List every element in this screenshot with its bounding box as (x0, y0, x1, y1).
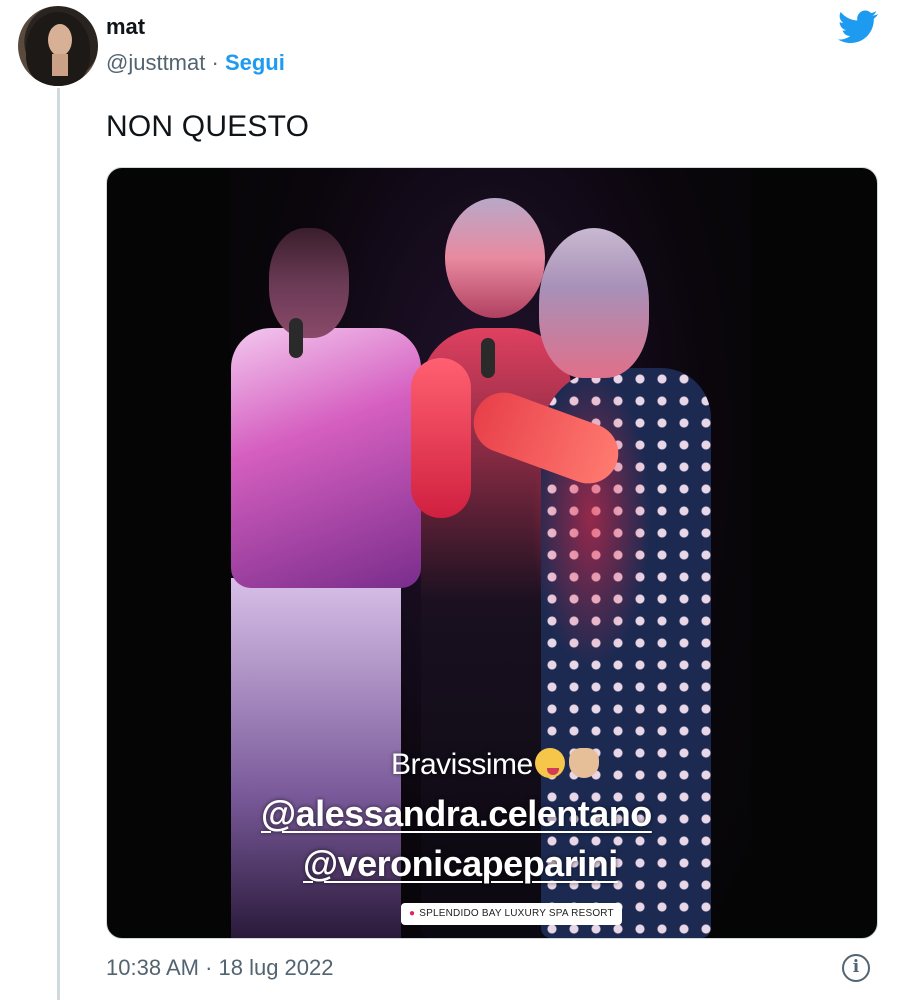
tweet-text: NON QUESTO (106, 110, 310, 143)
story-mention-1: @alessandra.celentano (261, 793, 652, 834)
handle-separator: · (211, 50, 219, 75)
person-left-torso (231, 328, 421, 588)
tweet-media[interactable]: Bravissime @alessandra.celentano @veroni… (106, 167, 878, 939)
microphone-icon (289, 318, 303, 358)
follow-button[interactable]: Segui (225, 50, 285, 75)
handle-row: @justtmat · Segui (106, 50, 285, 76)
location-sticker: ● SPLENDIDO BAY LUXURY SPA RESORT (401, 903, 622, 925)
story-caption-text: Bravissime (391, 748, 533, 781)
winking-face-tongue-icon (534, 748, 565, 778)
person-left-head (269, 228, 349, 338)
avatar-face (48, 24, 72, 56)
tweet-timestamp[interactable]: 10:38 AM · 18 lug 2022 (106, 955, 334, 981)
microphone-icon (481, 338, 495, 378)
person-right-head (539, 228, 649, 378)
twitter-bird-icon[interactable] (838, 10, 878, 44)
story-mention-2: @veronicapeparini (303, 843, 618, 884)
avatar-neck (52, 54, 68, 76)
thread-line (57, 88, 60, 1000)
person-center-arm (411, 358, 471, 518)
info-icon[interactable]: i (842, 954, 870, 982)
video-frame[interactable]: Bravissime @alessandra.celentano @veroni… (231, 168, 751, 938)
location-pin-icon: ● (409, 908, 416, 919)
author-handle[interactable]: @justtmat (106, 50, 205, 75)
author-name[interactable]: mat (106, 14, 145, 40)
story-caption: Bravissime (391, 748, 599, 782)
location-text: SPLENDIDO BAY LUXURY SPA RESORT (419, 908, 614, 919)
clapping-hands-icon (568, 748, 599, 778)
person-center-head (445, 198, 545, 318)
avatar[interactable] (18, 6, 98, 86)
